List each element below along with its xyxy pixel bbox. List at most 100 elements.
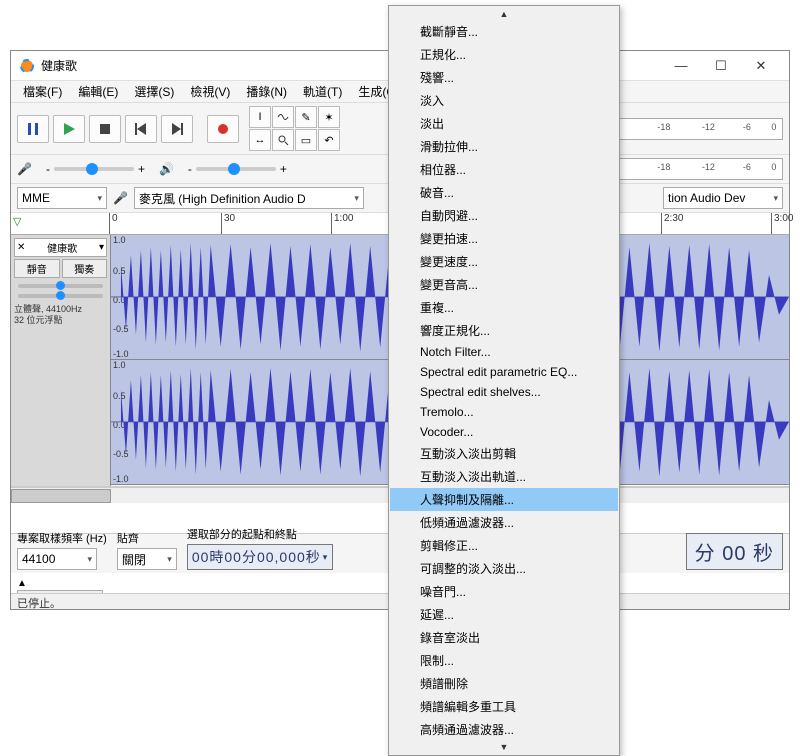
menu-select[interactable]: 選擇(S) [126,81,182,102]
snap-value: 關閉 [122,551,146,568]
maximize-button[interactable]: ☐ [701,52,741,80]
rate-value: 44100 [22,552,55,566]
effects-menu-item[interactable]: 變更拍速... [390,227,618,250]
effects-menu-item[interactable]: 剪輯修正... [390,534,618,557]
ruler-tick: 3:00 [771,213,793,234]
effects-menu-item[interactable]: 可調整的淡入淡出... [390,557,618,580]
effects-menu-item[interactable]: 正規化... [390,43,618,66]
mute-button[interactable]: 靜音 [14,259,60,278]
menu-scroll-down-icon[interactable]: ▼ [390,741,618,753]
meter-tick: -6 [743,122,751,132]
menu-edit[interactable]: 編輯(E) [70,81,126,102]
record-button[interactable] [207,115,239,143]
meter-tick: -12 [702,122,715,132]
output-value: tion Audio Dev [668,191,745,205]
track-name-row[interactable]: ✕ 健康歌 ▾ [14,238,107,257]
effects-menu-item[interactable]: 互動淡入淡出剪輯 [390,442,618,465]
effects-menu-item[interactable]: 限制... [390,649,618,672]
effects-menu-item[interactable]: 延遲... [390,603,618,626]
speaker-icon: 🔊 [159,162,174,176]
recording-meter[interactable]: -18 -12 -6 0 [603,118,783,140]
menu-view[interactable]: 檢視(V) [182,81,238,102]
gain-slider[interactable] [18,284,103,288]
ruler-tick: 1:00 [331,213,353,234]
effects-menu-item[interactable]: 滑動拉伸... [390,135,618,158]
status-text: 已停止。 [17,598,61,610]
mic-icon: 🎤 [17,162,32,176]
effects-menu-item[interactable]: 截斷靜音... [390,20,618,43]
chevron-down-icon: ▾ [773,193,778,204]
track-collapse-icon[interactable]: ▲ [17,578,27,589]
effects-menu-item[interactable]: Notch Filter... [390,342,618,362]
effects-menu-item[interactable]: 相位器... [390,158,618,181]
effects-menu-item[interactable]: 變更音高... [390,273,618,296]
project-rate-combo[interactable]: 44100▾ [17,548,97,570]
effects-menu-item[interactable]: 頻譜編輯多重工具 [390,695,618,718]
pan-slider[interactable] [18,294,103,298]
effects-menu-item[interactable]: 淡出 [390,112,618,135]
meter-tick: -18 [657,162,670,172]
playhead-marker-icon: ▽ [13,215,21,228]
output-device-combo[interactable]: tion Audio Dev ▾ [663,187,783,209]
ruler-tick: 0 [109,213,118,234]
playback-meter[interactable]: -18 -12 -6 0 [603,158,783,180]
track-menu-icon[interactable]: ▾ [99,242,104,253]
scrollbar-thumb[interactable] [11,489,111,503]
track-close-icon[interactable]: ✕ [17,242,25,253]
playback-volume-slider[interactable]: -+ [188,162,287,176]
meter-tick: -6 [743,162,751,172]
effects-menu-item[interactable]: 自動閃避... [390,204,618,227]
envelope-tool[interactable] [272,106,294,128]
effects-menu-item[interactable]: 錄音室淡出 [390,626,618,649]
timeshift-tool[interactable]: ↔ [249,129,271,151]
effects-menu-item[interactable]: 互動淡入淡出軌道... [390,465,618,488]
effects-menu-item[interactable]: 響度正規化... [390,319,618,342]
effects-menu-item[interactable]: 頻譜刪除 [390,672,618,695]
skip-start-button[interactable] [125,115,157,143]
effects-menu-item[interactable]: Tremolo... [390,402,618,422]
app-logo-icon [19,58,35,74]
menu-scroll-up-icon[interactable]: ▲ [390,8,618,20]
track-control-panel[interactable]: ✕ 健康歌 ▾ 靜音 獨奏 立體聲, 44100Hz 32 位元浮點 ▲ ▾ 選… [11,235,111,486]
effects-menu-item[interactable]: Spectral edit shelves... [390,382,618,402]
effects-menu-item[interactable]: 殘響... [390,66,618,89]
draw-tool[interactable]: ✎ [295,106,317,128]
selection-label: 選取部分的起點和終點 [187,526,334,542]
skip-end-button[interactable] [161,115,193,143]
effects-menu: ▲ 截斷靜音...正規化...殘響...淡入淡出滑動拉伸...相位器...破音.… [388,5,620,756]
rate-label: 專案取樣頻率 (Hz) [17,530,107,546]
play-button[interactable] [53,115,85,143]
menu-tracks[interactable]: 軌道(T) [295,81,350,102]
host-combo[interactable]: MME▾ [17,187,107,209]
effects-menu-item[interactable]: 重複... [390,296,618,319]
menu-file[interactable]: 檔案(F) [15,81,70,102]
stop-button[interactable] [89,115,121,143]
effects-menu-item[interactable]: 人聲抑制及隔離... [390,488,618,511]
undo-tool-icon[interactable]: ↶ [318,129,340,151]
zoom-tool[interactable] [272,129,294,151]
pause-button[interactable] [17,115,49,143]
chevron-down-icon: ▾ [97,193,102,204]
effects-menu-item[interactable]: 低頻通過濾波器... [390,511,618,534]
paste-tool-icon[interactable]: ▭ [295,129,317,151]
effects-menu-item[interactable]: 變更速度... [390,250,618,273]
multi-tool[interactable]: ✶ [318,106,340,128]
selection-start-time[interactable]: 00時00分00,000秒▾ [187,544,334,570]
effects-menu-item[interactable]: Vocoder... [390,422,618,442]
input-device-combo[interactable]: 麥克風 (High Definition Audio D▾ [134,187,364,209]
effects-menu-item[interactable]: 高頻通過濾波器... [390,718,618,741]
snap-combo[interactable]: 關閉 ▾ [117,548,177,570]
effects-menu-item[interactable]: 破音... [390,181,618,204]
selection-tool[interactable]: I [249,106,271,128]
close-button[interactable]: ✕ [741,52,781,80]
solo-button[interactable]: 獨奏 [62,259,108,278]
minimize-button[interactable]: — [661,52,701,80]
record-volume-slider[interactable]: -+ [46,162,145,176]
audio-position-time[interactable]: 分 00 秒 [686,533,783,570]
effects-menu-item[interactable]: 淡入 [390,89,618,112]
meter-tick: 0 [771,122,776,132]
effects-menu-item[interactable]: Spectral edit parametric EQ... [390,362,618,382]
effects-menu-item[interactable]: 噪音門... [390,580,618,603]
chevron-down-icon: ▾ [167,554,172,565]
menu-transport[interactable]: 播錄(N) [238,81,295,102]
